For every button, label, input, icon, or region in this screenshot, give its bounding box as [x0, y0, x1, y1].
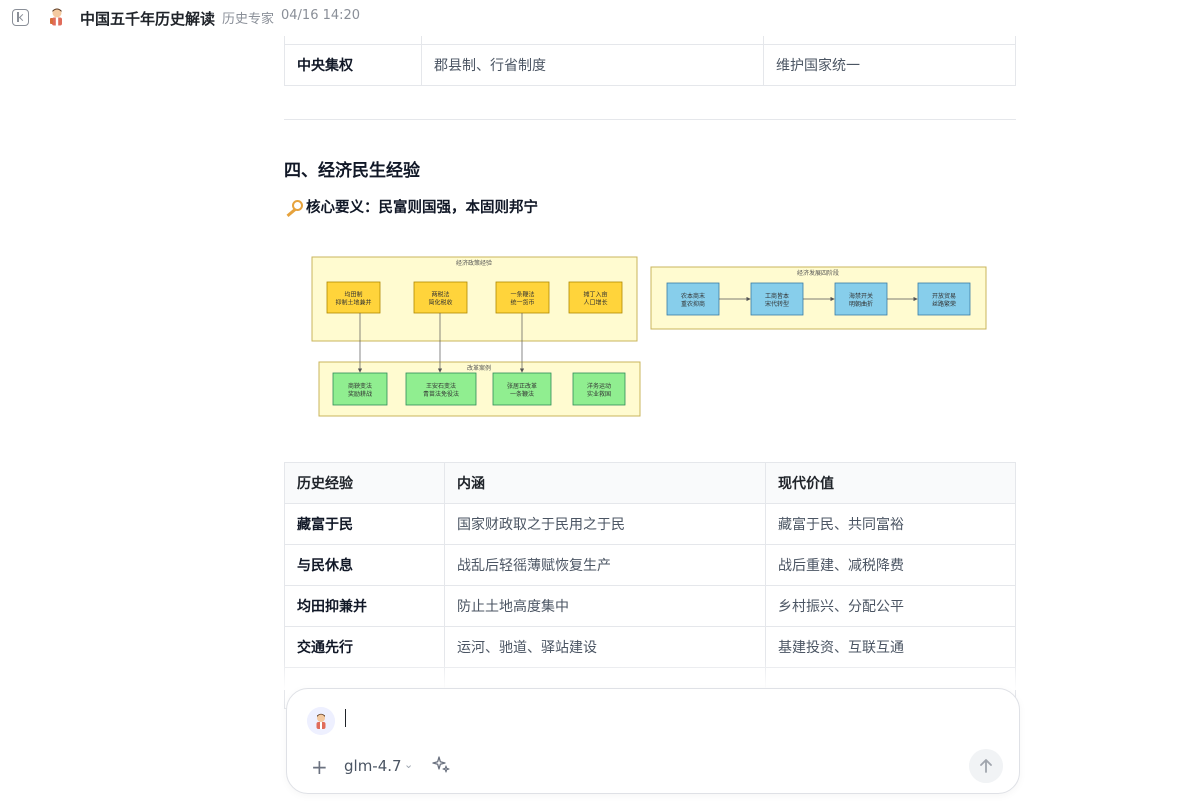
table-cell: 防止土地高度集中 — [444, 585, 766, 627]
conversation-title: 中国五千年历史解读 — [80, 10, 216, 28]
node-label: 人口增长 — [583, 299, 607, 307]
node-label: 简化税收 — [428, 299, 452, 307]
table-row: 中央集权 郡县制、行省制度 维护国家统一 — [284, 44, 1016, 86]
column-header: 内涵 — [444, 462, 766, 504]
diagram-node: 摊丁入亩人口增长 — [568, 281, 623, 314]
table-row: 与民休息 战乱后轻徭薄赋恢复生产 战后重建、减税降费 — [284, 544, 1016, 586]
node-label: 张居正改革 — [507, 382, 537, 390]
group-title: 改革案例 — [467, 364, 491, 372]
table-header-row: 历史经验 内涵 现代价值 — [284, 462, 1016, 504]
table-cell: 藏富于民、共同富裕 — [765, 503, 1016, 545]
diagram-node: 农本商末重农抑商 — [666, 282, 720, 316]
node-label: 两税法 — [431, 291, 449, 299]
model-selector[interactable]: glm-4.7 — [344, 757, 402, 775]
section-divider — [284, 119, 1016, 120]
table-cell: 战后重建、减税降费 — [765, 544, 1016, 586]
sparkle-icon[interactable] — [431, 755, 451, 775]
column-header: 历史经验 — [284, 462, 445, 504]
node-label: 明朝曲折 — [849, 300, 873, 308]
diagram-node: 工商皆本宋代转型 — [750, 282, 804, 316]
table-cell: 国家财政取之于民用之于民 — [444, 503, 766, 545]
key-point: 核心要义：民富则国强，本固则邦宁 — [284, 196, 538, 217]
header-separator: · — [210, 7, 215, 22]
composer-avatar-icon — [307, 707, 335, 735]
node-label: 王安石变法 — [426, 382, 456, 390]
add-attachment-button[interactable]: + — [311, 755, 328, 779]
node-label: 丝路繁荣 — [932, 300, 956, 308]
node-label: 抑制土地兼并 — [335, 299, 371, 307]
content-fade — [0, 660, 1200, 690]
governance-table: 中央集权 郡县制、行省制度 维护国家统一 — [284, 44, 1016, 86]
table-cell: 与民休息 — [284, 544, 445, 586]
diagram-node: 王安石变法青苗法免役法 — [405, 372, 477, 406]
text-cursor[interactable] — [345, 709, 346, 727]
node-label: 摊丁入亩 — [583, 291, 607, 299]
chevron-down-icon[interactable]: ⌄ — [404, 758, 413, 771]
table-cell: 藏富于民 — [284, 503, 445, 545]
diagram-node: 商鞅变法奖励耕战 — [332, 372, 388, 406]
node-label: 均田制 — [344, 291, 362, 299]
table-top-cut — [284, 36, 1016, 44]
node-label: 实业救国 — [587, 390, 611, 398]
table-cell: 维护国家统一 — [763, 44, 1016, 86]
node-label: 开放贸易 — [932, 292, 956, 300]
node-label: 宋代转型 — [765, 300, 789, 308]
conversation-timestamp: 04/16 14:20 — [281, 8, 361, 23]
table-row: 均田抑兼并 防止土地高度集中 乡村振兴、分配公平 — [284, 585, 1016, 627]
table-cell: 均田抑兼并 — [284, 585, 445, 627]
assistant-role: 历史专家 — [222, 12, 275, 27]
table-cell: 郡县制、行省制度 — [421, 44, 764, 86]
table-cell: 战乱后轻徭薄赋恢复生产 — [444, 544, 766, 586]
table-cell: 乡村振兴、分配公平 — [765, 585, 1016, 627]
node-label: 工商皆本 — [765, 292, 789, 300]
history-expert-avatar-icon — [50, 8, 62, 26]
send-button[interactable] — [969, 749, 1003, 783]
node-label: 海禁开关 — [849, 292, 873, 300]
diagram-node: 洋务运动实业救国 — [572, 372, 626, 406]
node-label: 青苗法免役法 — [423, 390, 459, 398]
diagram-node: 开放贸易丝路繁荣 — [917, 282, 971, 316]
diagram-node: 两税法简化税收 — [413, 281, 468, 314]
table-row: 藏富于民 国家财政取之于民用之于民 藏富于民、共同富裕 — [284, 503, 1016, 545]
node-label: 农本商末 — [681, 292, 705, 300]
diagram-node: 一条鞭法统一货币 — [495, 281, 550, 314]
table-cell: 中央集权 — [284, 44, 422, 86]
top-bar: 中国五千年历史解读 · 历史专家 04/16 14:20 — [0, 0, 1200, 36]
diagram-node: 均田制抑制土地兼并 — [326, 281, 381, 314]
group-title: 经济发展四阶段 — [797, 269, 839, 277]
node-label: 重农抑商 — [681, 300, 705, 308]
group-title: 经济政策经验 — [456, 259, 492, 267]
sidebar-toggle-icon[interactable] — [12, 9, 29, 26]
diagram-node: 张居正改革一条鞭法 — [492, 372, 552, 406]
economy-flow-diagram: 经济政策经验 改革案例 经济发展四阶段 均田制抑制土地兼并两税法简化税收一条鞭法… — [311, 256, 987, 417]
key-icon — [284, 199, 303, 213]
key-point-text: 核心要义：民富则国强，本固则邦宁 — [306, 200, 538, 216]
node-label: 统一货币 — [510, 299, 534, 307]
diagram-node: 海禁开关明朝曲折 — [834, 282, 888, 316]
node-label: 奖励耕战 — [348, 390, 372, 398]
column-header: 现代价值 — [765, 462, 1016, 504]
node-label: 一条鞭法 — [510, 390, 534, 398]
message-composer[interactable]: + glm-4.7 ⌄ — [286, 688, 1020, 794]
section-heading: 四、经济民生经验 — [284, 161, 420, 181]
node-label: 商鞅变法 — [348, 382, 372, 390]
node-label: 洋务运动 — [587, 382, 611, 390]
node-label: 一条鞭法 — [510, 291, 534, 299]
